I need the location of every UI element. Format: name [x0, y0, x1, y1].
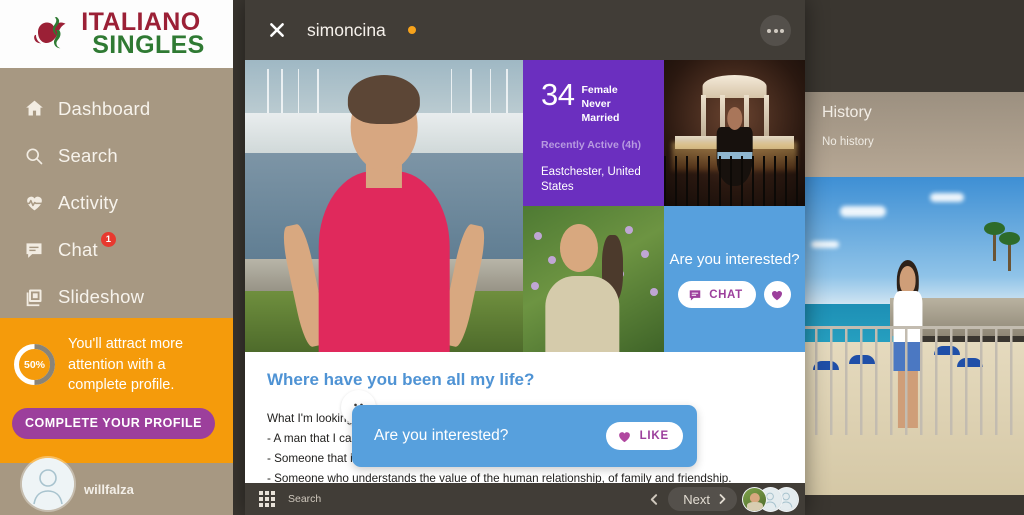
next-button[interactable]: Next — [668, 487, 737, 511]
profile-bottom-toolbar: Search Next — [245, 483, 805, 515]
profile-topbar: simoncina — [245, 0, 805, 60]
sidebar-item-slideshow[interactable]: Slideshow — [0, 273, 233, 320]
completion-percent-label: 50% — [23, 358, 45, 371]
sidebar-label-search: Search — [58, 144, 118, 166]
profile-activity-status: Recently Active (4h) — [541, 138, 641, 151]
profile-location: Eastchester, United States — [541, 165, 641, 194]
sidebar-nav: Dashboard Search Activity Chat 1 Slidesh… — [0, 68, 233, 320]
more-options-icon[interactable] — [760, 15, 791, 46]
heart-ribbon-logo-icon — [32, 11, 78, 57]
avatar-photo[interactable] — [742, 486, 767, 512]
complete-profile-button[interactable]: COMPLETE YOUR PROFILE — [12, 407, 215, 439]
bio-headline: Where have you been all my life? — [267, 370, 535, 389]
heart-icon — [770, 288, 784, 302]
main-photo[interactable] — [245, 60, 523, 352]
cta-title: Are you interested? — [669, 250, 800, 268]
interest-overlay-bar: Are you interested? LIKE — [352, 405, 697, 467]
right-background-column: History No history — [800, 0, 1024, 515]
slideshow-icon — [24, 287, 58, 307]
history-empty-text: No history — [822, 136, 874, 148]
profile-gender: Female — [581, 84, 618, 96]
search-icon — [24, 146, 58, 166]
profile-completion-promo: 50% You'll attract more attention with a… — [0, 318, 233, 463]
like-button[interactable]: LIKE — [605, 422, 683, 450]
profile-photo-grid: 34 Female Never Married Recently Active … — [245, 60, 805, 352]
profile-bio: Where have you been all my life? What I'… — [245, 352, 805, 490]
sidebar-label-slideshow: Slideshow — [58, 285, 145, 307]
profile-age: 34 — [541, 77, 575, 112]
heart-icon — [617, 429, 632, 444]
chat-unread-badge: 1 — [100, 232, 116, 247]
history-panel: History No history — [800, 92, 1024, 177]
interest-overlay-text: Are you interested? — [374, 427, 509, 444]
heartbeat-icon — [24, 192, 58, 213]
promo-message: You'll attract more attention with a com… — [68, 336, 184, 394]
sidebar-item-activity[interactable]: Activity — [0, 179, 233, 226]
grid-view-icon[interactable] — [259, 491, 275, 507]
profile-name: simoncina — [307, 19, 386, 40]
history-title: History — [822, 104, 872, 121]
sidebar-item-chat[interactable]: Chat 1 — [0, 226, 233, 273]
profile-marital-status: Never Married — [581, 97, 620, 124]
home-icon — [24, 98, 58, 119]
chat-bubble-icon — [688, 288, 702, 302]
profile-panel: simoncina 34 Female Never Married Recent… — [245, 0, 805, 515]
interest-cta-tile: Are you interested? CHAT — [664, 206, 805, 352]
brand-logo[interactable]: ITALIANO SINGLES — [0, 0, 233, 68]
chat-bubble-icon — [24, 240, 58, 260]
like-button-label: LIKE — [639, 430, 669, 442]
sidebar-item-search[interactable]: Search — [0, 132, 233, 179]
background-beach-photo — [800, 177, 1024, 495]
chat-button-label: CHAT — [709, 288, 743, 301]
photo-garden[interactable] — [523, 206, 664, 352]
chat-button[interactable]: CHAT — [678, 281, 756, 309]
sidebar-item-dashboard[interactable]: Dashboard — [0, 85, 233, 132]
sidebar: ITALIANO SINGLES Dashboard Search Activi… — [0, 0, 233, 515]
current-user-strip[interactable]: willfalza — [0, 458, 233, 515]
next-button-label: Next — [683, 491, 710, 507]
completion-progress-ring: 50% — [12, 342, 57, 387]
current-user-name: willfalza — [84, 481, 134, 497]
default-user-avatar-icon — [22, 458, 74, 510]
chevron-left-icon[interactable] — [648, 493, 661, 506]
online-status-dot — [407, 26, 416, 34]
sidebar-label-chat: Chat — [58, 238, 98, 260]
sidebar-label-dashboard: Dashboard — [58, 97, 151, 119]
next-profiles-avatars[interactable] — [742, 486, 799, 512]
like-heart-button[interactable] — [763, 281, 791, 309]
bottombar-search-label[interactable]: Search — [288, 493, 321, 505]
close-x-icon[interactable] — [267, 20, 287, 40]
photo-gazebo[interactable] — [664, 60, 805, 206]
profile-info-tile: 34 Female Never Married Recently Active … — [523, 60, 664, 206]
chevron-right-icon — [716, 493, 728, 505]
brand-line-2: SINGLES — [92, 31, 205, 59]
sidebar-label-activity: Activity — [58, 191, 119, 213]
